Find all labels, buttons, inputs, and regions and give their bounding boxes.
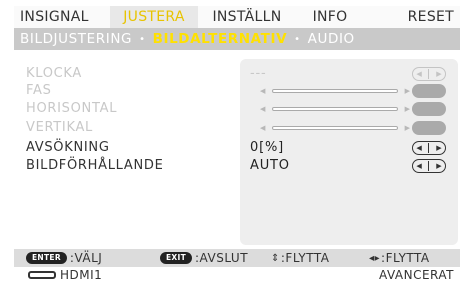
subtab-separator: • — [294, 33, 301, 45]
horisontal-value-pill — [412, 102, 446, 116]
vertikal-value-pill — [412, 121, 446, 135]
klocka-arrows: ◀ ▶ — [412, 67, 446, 81]
klocka-label: KLOCKA — [26, 66, 83, 81]
slider-left-icon: ◀ — [260, 87, 266, 95]
arrow-divider — [428, 69, 430, 79]
arrow-right-icon: ▶ — [436, 70, 442, 78]
slider-right-icon: ▶ — [404, 87, 410, 95]
tab-reset[interactable]: RESET — [364, 6, 460, 28]
sub-tab-bar: BILDJUSTERING • BILDALTERNATIV • AUDIO — [14, 28, 460, 50]
bildforhallande-label: BILDFÖRHÅLLANDE — [26, 158, 164, 173]
help-adjust-label: :FLYTTA — [381, 251, 430, 265]
help-exit: EXIT :AVSLUT — [160, 251, 248, 265]
arrow-right-icon[interactable]: ▶ — [436, 144, 441, 152]
horisontal-label: HORISONTAL — [26, 101, 118, 116]
fas-slider: ◀ ▶ — [260, 85, 410, 97]
projector-osd-menu: INSIGNAL JUSTERA INSTÄLLN INFO RESET BIL… — [0, 0, 468, 286]
slider-track — [272, 107, 398, 111]
menu-panel: KLOCKA --- ◀ ▶ FAS ◀ ▶ HORISONTAL ◀ ▶ VE… — [14, 55, 460, 247]
hdmi-icon — [28, 271, 56, 279]
menu-row-vertikal: VERTIKAL ◀ ▶ — [14, 119, 460, 137]
status-bar: HDMI1 AVANCERAT — [14, 267, 460, 284]
help-bar: ENTER :VÄLJ EXIT :AVSLUT ⇕ :FLYTTA ◂▸ :F… — [14, 249, 460, 267]
fas-label: FAS — [26, 83, 52, 98]
avsokning-arrows[interactable]: ◀ ▶ — [412, 141, 446, 155]
help-exit-label: :AVSLUT — [195, 251, 249, 265]
main-tab-bar: INSIGNAL JUSTERA INSTÄLLN INFO RESET — [14, 6, 460, 28]
help-adjust: ◂▸ :FLYTTA — [369, 251, 430, 265]
slider-right-icon: ▶ — [404, 124, 410, 132]
menu-row-avsokning[interactable]: AVSÖKNING 0[%] ◀ ▶ — [14, 139, 460, 157]
slider-track — [272, 126, 398, 130]
horisontal-slider: ◀ ▶ — [260, 103, 410, 115]
arrow-divider — [428, 161, 430, 171]
help-move-label: :FLYTTA — [280, 251, 330, 265]
tab-insignal[interactable]: INSIGNAL — [14, 6, 110, 28]
slider-left-icon: ◀ — [260, 124, 266, 132]
tab-installn[interactable]: INSTÄLLN — [198, 6, 296, 28]
subtab-bildjustering[interactable]: BILDJUSTERING — [20, 31, 132, 47]
menu-mode: AVANCERAT — [379, 268, 454, 282]
arrow-left-icon[interactable]: ◀ — [416, 162, 421, 170]
menu-row-bildforhallande[interactable]: BILDFÖRHÅLLANDE AUTO ◀ ▶ — [14, 157, 460, 175]
left-right-arrows-icon: ◂▸ — [369, 252, 381, 264]
help-enter: ENTER :VÄLJ — [26, 251, 102, 265]
exit-key-icon: EXIT — [160, 252, 193, 264]
menu-row-horisontal: HORISONTAL ◀ ▶ — [14, 100, 460, 118]
fas-value-pill — [412, 84, 446, 98]
input-source: HDMI1 — [60, 268, 103, 282]
tab-justera[interactable]: JUSTERA — [110, 6, 198, 28]
subtab-audio[interactable]: AUDIO — [308, 31, 355, 47]
vertikal-slider: ◀ ▶ — [260, 122, 410, 134]
bildforhallande-arrows[interactable]: ◀ ▶ — [412, 159, 446, 173]
help-enter-label: :VÄLJ — [69, 251, 103, 265]
arrow-right-icon[interactable]: ▶ — [436, 162, 441, 170]
slider-right-icon: ▶ — [404, 105, 410, 113]
help-move: ⇕ :FLYTTA — [271, 251, 329, 265]
enter-key-icon: ENTER — [26, 252, 67, 264]
slider-left-icon: ◀ — [260, 105, 266, 113]
menu-row-fas: FAS ◀ ▶ — [14, 82, 460, 100]
slider-track — [272, 89, 398, 93]
vertikal-label: VERTIKAL — [26, 120, 94, 135]
avsokning-label: AVSÖKNING — [26, 140, 110, 155]
arrow-divider — [428, 143, 430, 153]
arrow-left-icon[interactable]: ◀ — [416, 144, 421, 152]
menu-row-klocka: KLOCKA --- ◀ ▶ — [14, 65, 460, 83]
klocka-value: --- — [250, 66, 267, 81]
subtab-separator: • — [139, 33, 146, 45]
avsokning-value: 0[%] — [250, 140, 284, 155]
arrow-left-icon: ◀ — [416, 70, 422, 78]
subtab-bildalternativ[interactable]: BILDALTERNATIV — [153, 31, 288, 47]
up-down-arrows-icon: ⇕ — [271, 252, 280, 264]
bildforhallande-value: AUTO — [250, 158, 290, 173]
tab-info[interactable]: INFO — [296, 6, 364, 28]
